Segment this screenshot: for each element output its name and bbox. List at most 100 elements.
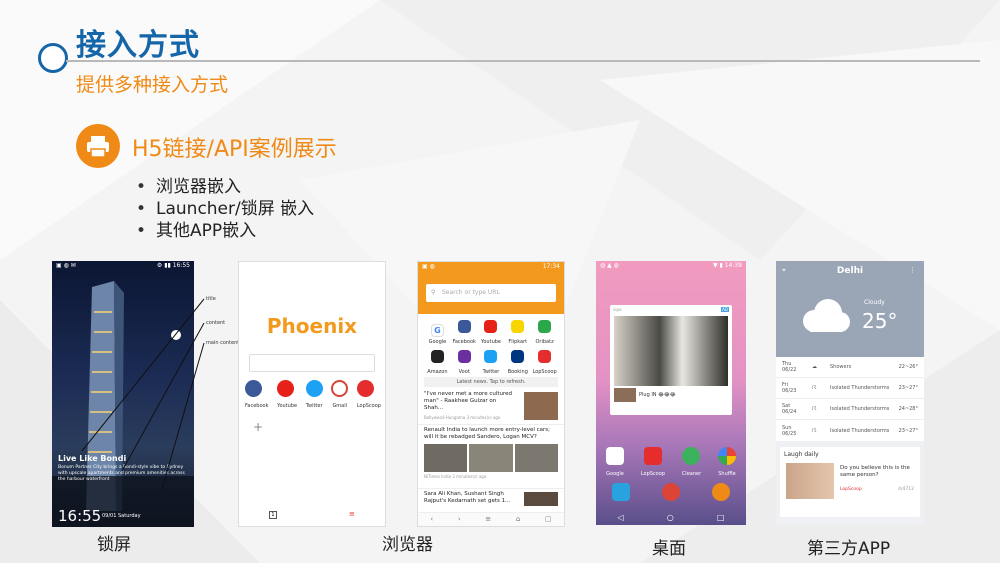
current-temp: 25° (862, 309, 898, 333)
shortcut-item[interactable]: Voot (451, 348, 478, 375)
card-source: LopScoop (840, 487, 862, 492)
cloud-icon (803, 299, 850, 332)
menu-icon[interactable]: ≡ (349, 511, 357, 519)
phoenix-app[interactable]: Gmail (331, 380, 349, 409)
desktop-screenshot: ◍ ▲ ◍ ▼ ▮ 14:39 vipo AD Plug IN 😂😂😂 Googl… (596, 261, 746, 525)
gallery-icon[interactable] (612, 483, 630, 501)
showers-icon: ☁ (812, 364, 817, 370)
phoenix-app-row: Facebook Youtube Twitter Gmail LopScoop (245, 380, 381, 409)
browser-app-icon[interactable] (712, 483, 730, 501)
lockscreen-clock: 16:55 (58, 507, 102, 525)
tab-count-icon[interactable]: 1 (269, 511, 277, 519)
google-folder-icon (606, 447, 624, 465)
forecast-list: Thu 06/22 ☁ Showers 22~26° Fri 06/23 ☈ Isol… (776, 357, 924, 441)
printer-icon (76, 124, 120, 168)
bullet-item: 其他APP嵌入 (136, 220, 314, 242)
twitter-icon (305, 380, 323, 397)
content-card[interactable]: Laugh daily Do you believe this is the s… (780, 447, 920, 517)
google-icon: G (430, 324, 444, 337)
desktop-app-row: Google LopScoop Cleaner Shuffle (606, 447, 736, 477)
ad-caption: Plug IN 😂😂😂 (639, 392, 676, 398)
cleaner-icon (682, 447, 701, 465)
flipkart-icon (511, 320, 525, 333)
booking-icon (511, 350, 525, 363)
shortcut-item[interactable]: LopScoop (531, 348, 558, 375)
weather-header: ⌖ Delhi ⋮ Cloudy 25° (776, 261, 924, 357)
browser-screenshot: ▣ ◍ 17:34 ⚲ Search or type URL G Google F… (417, 261, 565, 527)
gmail-icon (331, 380, 349, 397)
desktop-app[interactable]: LopScoop (641, 447, 665, 477)
shortcut-item[interactable]: Youtube (478, 318, 505, 348)
news-images (424, 444, 558, 472)
shortcut-item[interactable]: G Google (424, 318, 451, 345)
shuffle-icon (717, 447, 736, 465)
browser-search-input[interactable]: ⚲ Search or type URL (426, 284, 556, 302)
callout-content: content (206, 320, 226, 326)
shortcut-item[interactable]: Oribatz (531, 318, 558, 348)
caption-browser: 浏览器 (382, 535, 433, 555)
phoenix-app[interactable]: LopScoop (356, 380, 381, 409)
callout-main-content: main content (206, 340, 240, 346)
desktop-app[interactable]: Shuffle (717, 447, 736, 477)
phoenix-app[interactable]: Facebook (245, 380, 269, 409)
menu-icon[interactable]: ≡ (485, 513, 491, 526)
shortcut-item[interactable]: Flipkart (504, 318, 531, 348)
more-icon[interactable]: ⋮ (909, 266, 916, 274)
search-icon: ⚲ (431, 289, 436, 296)
card-text: Do you believe this is the same person? (840, 465, 910, 478)
facebook-icon (245, 380, 262, 397)
thunderstorm-icon: ☈ (812, 427, 817, 434)
forward-icon[interactable]: › (458, 513, 461, 526)
news-item[interactable]: Renault India to launch more entry-level… (418, 425, 564, 489)
ad-card[interactable]: vipo AD Plug IN 😂😂😂 (610, 305, 732, 415)
add-shortcut-button[interactable]: + (253, 420, 263, 434)
forecast-row: Sat 06/24 ☈ Isolated Thunderstorms 24~28° (776, 399, 924, 420)
phoenix-logo: Phoenix (266, 314, 358, 338)
back-icon[interactable]: ◁ (618, 511, 624, 525)
callout-lines (81, 298, 205, 490)
thunderstorm-icon: ☈ (812, 385, 817, 391)
card-image (786, 463, 834, 499)
phoenix-search-box[interactable] (249, 354, 375, 372)
phoenix-app[interactable]: Youtube (277, 380, 297, 409)
section-heading: H5链接/API案例展示 (132, 137, 337, 162)
bullet-item: 浏览器嵌入 (136, 176, 314, 198)
desktop-app[interactable]: Cleaner (682, 447, 701, 477)
phoenix-home-screenshot: Phoenix Facebook Youtube Twitter Gmail L… (238, 261, 386, 527)
forecast-row: Sun 06/25 ☈ Isolated Thunderstorms 23~27° (782, 424, 918, 437)
caption-lockscreen: 锁屏 (97, 535, 131, 555)
shortcut-item[interactable]: Booking (504, 348, 531, 375)
title-divider (66, 60, 980, 62)
home-icon[interactable]: ○ (667, 511, 674, 525)
recents-icon[interactable]: □ (717, 511, 725, 525)
ad-tag: AD (721, 307, 729, 312)
phoenix-app[interactable]: Twitter (305, 380, 323, 409)
oribatz-icon (538, 320, 552, 333)
news-item[interactable]: Sara Ali Khan, Sushant Singh Rajput's Ke… (418, 489, 564, 507)
status-bar: ▣ ◍ 17:34 (422, 263, 560, 270)
home-icon[interactable]: ⌂ (516, 513, 520, 526)
back-icon[interactable]: ‹ (430, 513, 433, 526)
youtube-icon (277, 380, 295, 397)
facebook-icon (457, 320, 471, 333)
news-thumbnail (524, 392, 558, 420)
caption-thirdparty: 第三方APP (807, 539, 891, 559)
chrome-icon[interactable] (662, 483, 680, 501)
amazon-icon (430, 350, 444, 363)
android-nav-bar: ◁ ○ □ (596, 511, 746, 525)
status-bar: ◍ ▲ ◍ ▼ ▮ 14:39 (600, 262, 742, 269)
youtube-icon (484, 320, 498, 333)
refresh-bar[interactable]: Latest news. Tap to refresh. (424, 377, 558, 387)
voot-icon (457, 350, 471, 363)
desktop-dock (596, 483, 746, 501)
shortcut-item[interactable]: Twitter (478, 348, 505, 375)
shortcut-item[interactable]: Facebook (451, 318, 478, 348)
tabs-icon[interactable]: ▢ (545, 513, 552, 526)
slide-subtitle: 提供多种接入方式 (76, 74, 229, 96)
shortcut-item[interactable]: Amazon (424, 348, 451, 375)
news-item[interactable]: "I've never met a more cultured man" - R… (418, 389, 564, 425)
forecast-row: Thu 06/22 ☁ Showers 22~26° (776, 357, 924, 378)
ad-image (614, 316, 728, 386)
desktop-app[interactable]: Google (606, 447, 624, 477)
lopscoop-icon (356, 380, 374, 397)
